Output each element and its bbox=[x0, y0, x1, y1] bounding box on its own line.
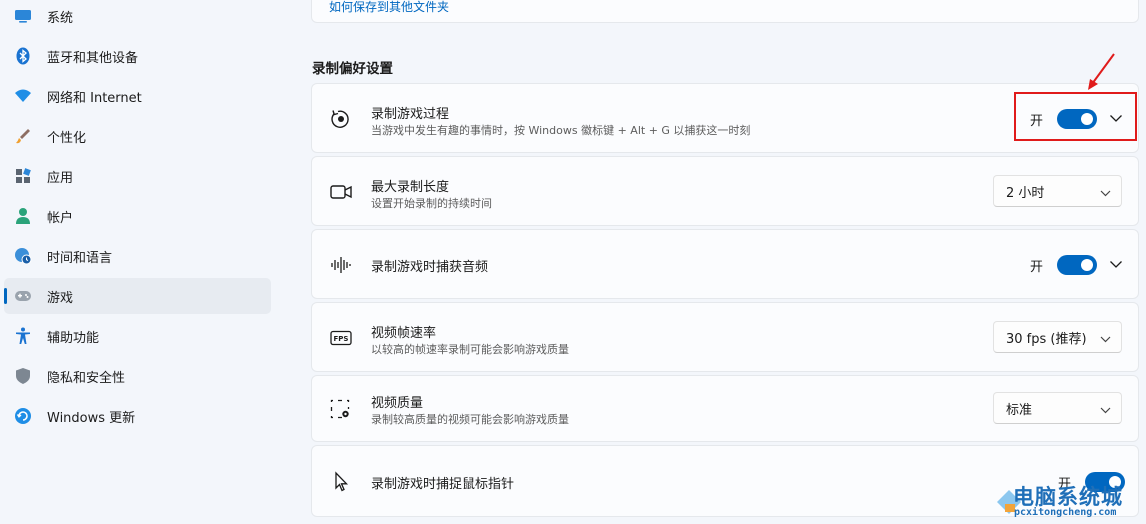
sidebar-item-bluetooth[interactable]: 蓝牙和其他设备 bbox=[4, 38, 271, 74]
max-length-dropdown[interactable]: 2 小时 bbox=[993, 175, 1122, 207]
dropdown-value: 2 小时 bbox=[1006, 185, 1045, 201]
watermark: 电脑系统城 pcxitongcheng.com bbox=[995, 478, 1145, 524]
setting-title: 录制游戏时捕捉鼠标指针 bbox=[371, 477, 515, 492]
save-location-card: 如何保存到其他文件夹 bbox=[311, 0, 1139, 23]
fps-icon: FPS bbox=[329, 326, 353, 350]
setting-video-quality: 视频质量 录制较高质量的视频可能会影响游戏质量 标准 bbox=[311, 375, 1139, 442]
apps-icon bbox=[14, 167, 32, 185]
svg-text:FPS: FPS bbox=[334, 335, 349, 343]
sidebar-item-label: Windows 更新 bbox=[47, 410, 136, 426]
setting-max-recording-length: 最大录制长度 设置开始录制的持续时间 2 小时 bbox=[311, 156, 1139, 226]
sidebar-item-personalization[interactable]: 个性化 bbox=[4, 118, 271, 154]
sidebar-item-time-language[interactable]: 时间和语言 bbox=[4, 238, 271, 274]
sidebar-item-system[interactable]: 系统 bbox=[4, 0, 271, 34]
sidebar-item-apps[interactable]: 应用 bbox=[4, 158, 271, 194]
person-icon bbox=[14, 207, 32, 225]
main-content: 如何保存到其他文件夹 录制偏好设置 录制游戏过程 当游戏中发生有趣的事情时，按 … bbox=[311, 0, 1139, 524]
annotation-arrow-icon bbox=[1088, 53, 1115, 90]
save-location-link[interactable]: 如何保存到其他文件夹 bbox=[329, 0, 449, 15]
setting-video-frame-rate: FPS 视频帧速率 以较高的帧速率录制可能会影响游戏质量 30 fps (推荐) bbox=[311, 302, 1139, 372]
active-indicator bbox=[4, 288, 7, 304]
highlight-box bbox=[1014, 92, 1137, 141]
video-camera-icon bbox=[329, 180, 353, 204]
sidebar-item-accessibility[interactable]: 辅助功能 bbox=[4, 318, 271, 354]
chevron-down-icon bbox=[1100, 186, 1111, 201]
watermark-url: pcxitongcheng.com bbox=[1014, 507, 1117, 518]
sidebar-item-gaming[interactable]: 游戏 bbox=[4, 278, 271, 314]
chevron-down-icon bbox=[1100, 332, 1111, 347]
gamepad-icon bbox=[14, 287, 32, 305]
wifi-icon bbox=[14, 87, 32, 105]
sidebar-item-label: 个性化 bbox=[47, 130, 87, 146]
setting-description: 录制较高质量的视频可能会影响游戏质量 bbox=[371, 413, 569, 426]
setting-title: 录制游戏时捕获音频 bbox=[371, 260, 489, 275]
sidebar-item-label: 辅助功能 bbox=[47, 330, 100, 346]
cursor-icon bbox=[329, 470, 353, 494]
sidebar-item-label: 时间和语言 bbox=[47, 250, 113, 266]
sidebar-item-label: 隐私和安全性 bbox=[47, 370, 126, 386]
brush-icon bbox=[14, 127, 32, 145]
toggle-state-label: 开 bbox=[1030, 259, 1044, 275]
sidebar-nav: 系统 蓝牙和其他设备 网络和 Internet 个性化 应用 帐户 时间和语言 … bbox=[0, 0, 285, 524]
capture-audio-toggle[interactable] bbox=[1057, 255, 1098, 275]
section-title: 录制偏好设置 bbox=[312, 61, 393, 77]
sidebar-item-privacy[interactable]: 隐私和安全性 bbox=[4, 358, 271, 394]
sidebar-item-label: 应用 bbox=[47, 170, 74, 186]
audio-wave-icon bbox=[329, 253, 353, 277]
sidebar-item-network[interactable]: 网络和 Internet bbox=[4, 78, 271, 114]
update-icon bbox=[14, 407, 32, 425]
setting-title: 最大录制长度 bbox=[371, 180, 450, 195]
frame-rate-dropdown[interactable]: 30 fps (推荐) bbox=[993, 321, 1122, 353]
setting-capture-audio[interactable]: 录制游戏时捕获音频 开 bbox=[311, 229, 1139, 299]
shield-icon bbox=[14, 367, 32, 385]
sidebar-item-label: 网络和 Internet bbox=[47, 90, 142, 106]
sidebar-item-windows-update[interactable]: Windows 更新 bbox=[4, 398, 271, 434]
toggle-knob bbox=[1081, 259, 1094, 271]
chevron-down-icon bbox=[1100, 403, 1111, 418]
setting-title: 录制游戏过程 bbox=[371, 107, 450, 122]
setting-title: 视频质量 bbox=[371, 396, 424, 411]
sidebar-item-label: 蓝牙和其他设备 bbox=[47, 50, 139, 66]
video-quality-dropdown[interactable]: 标准 bbox=[993, 392, 1122, 424]
setting-description: 以较高的帧速率录制可能会影响游戏质量 bbox=[371, 343, 569, 356]
setting-title: 视频帧速率 bbox=[371, 326, 437, 341]
sidebar-item-label: 系统 bbox=[47, 10, 74, 26]
setting-description: 当游戏中发生有趣的事情时，按 Windows 徽标键 + Alt + G 以捕获… bbox=[371, 124, 751, 137]
dropdown-value: 标准 bbox=[1006, 402, 1033, 418]
bluetooth-icon bbox=[14, 47, 32, 65]
video-settings-icon bbox=[329, 397, 353, 421]
record-icon bbox=[329, 107, 353, 131]
capture-audio-toggle-group: 开 bbox=[1030, 255, 1098, 275]
sidebar-item-accounts[interactable]: 帐户 bbox=[4, 198, 271, 234]
setting-description: 设置开始录制的持续时间 bbox=[371, 197, 492, 210]
sidebar-item-label: 游戏 bbox=[47, 290, 74, 306]
display-icon bbox=[14, 7, 32, 25]
globe-clock-icon bbox=[14, 247, 32, 265]
sidebar-item-label: 帐户 bbox=[47, 210, 74, 226]
dropdown-value: 30 fps (推荐) bbox=[1006, 331, 1087, 347]
accessibility-icon bbox=[14, 327, 32, 345]
chevron-down-icon[interactable] bbox=[1106, 254, 1126, 274]
